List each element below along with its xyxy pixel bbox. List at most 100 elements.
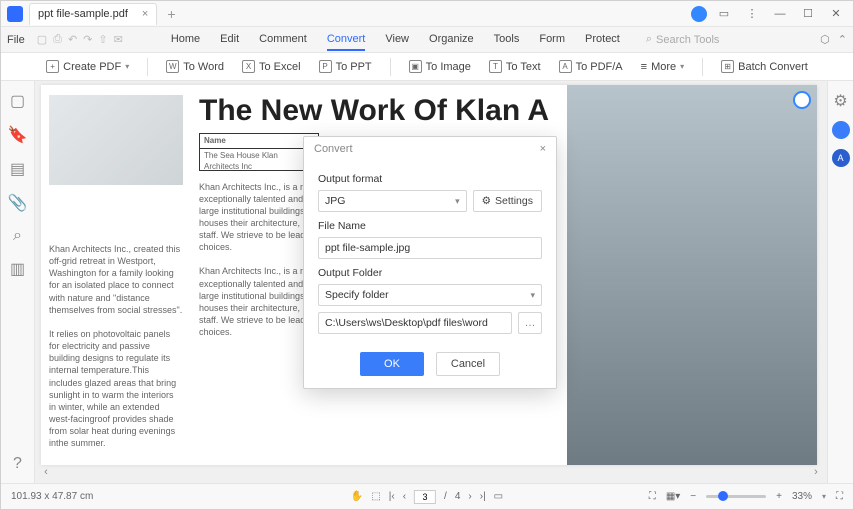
browse-folder-button[interactable]: … bbox=[518, 312, 542, 334]
left-paragraph-2: It relies on photovoltaic panels for ele… bbox=[49, 328, 183, 449]
redo-icon[interactable]: ↷ bbox=[83, 33, 92, 46]
fields-icon[interactable]: ▥ bbox=[10, 259, 25, 279]
batch-convert-button[interactable]: ⊞Batch Convert bbox=[721, 60, 808, 73]
window-minimize[interactable]: — bbox=[769, 3, 791, 25]
search-tools[interactable]: ⌕ Search Tools bbox=[646, 33, 720, 46]
to-word-button[interactable]: WTo Word bbox=[166, 60, 224, 73]
feedback-icon[interactable]: ▭ bbox=[713, 3, 735, 25]
tab-tools[interactable]: Tools bbox=[494, 29, 520, 51]
output-format-value: JPG bbox=[325, 195, 345, 207]
email-icon[interactable]: ✉ bbox=[114, 33, 123, 46]
page-dimensions: 101.93 x 47.87 cm bbox=[11, 491, 93, 502]
ai-tool-icon[interactable] bbox=[832, 121, 850, 139]
fit-page-icon[interactable]: ▦▾ bbox=[666, 491, 680, 502]
more-button[interactable]: ≡More▾ bbox=[641, 61, 685, 73]
file-menu[interactable]: File bbox=[7, 34, 25, 46]
page-number-input[interactable] bbox=[414, 490, 436, 504]
search-panel-icon[interactable]: ⌕ bbox=[13, 227, 22, 245]
reading-mode-icon[interactable]: ▭ bbox=[494, 491, 503, 502]
prev-page-icon[interactable]: ‹ bbox=[403, 491, 406, 502]
chevron-down-icon: ▾ bbox=[455, 196, 460, 207]
close-tab-icon[interactable]: × bbox=[142, 8, 148, 20]
plus-icon: + bbox=[46, 60, 59, 73]
total-pages: 4 bbox=[455, 491, 461, 502]
file-name-input[interactable]: ppt file-sample.jpg bbox=[318, 237, 542, 259]
tab-convert[interactable]: Convert bbox=[327, 29, 366, 51]
share-badge-icon[interactable] bbox=[793, 91, 811, 109]
more-menu-icon: ≡ bbox=[641, 61, 647, 73]
dialog-title: Convert bbox=[314, 143, 353, 155]
help-icon[interactable]: ? bbox=[13, 455, 22, 473]
open-icon[interactable]: ▢ bbox=[37, 33, 47, 46]
titlebar: ppt file-sample.pdf × + ▭ ⋮ — ☐ ✕ bbox=[1, 1, 853, 27]
cloud-icon[interactable]: ⬡ bbox=[820, 33, 830, 46]
image-icon: ▣ bbox=[409, 60, 422, 73]
zoom-slider[interactable] bbox=[706, 495, 766, 498]
print-icon[interactable]: ⎙ bbox=[53, 33, 62, 46]
document-tab[interactable]: ppt file-sample.pdf × bbox=[29, 3, 157, 25]
dialog-titlebar: Convert × bbox=[304, 137, 556, 161]
to-pdfa-button[interactable]: ATo PDF/A bbox=[559, 60, 623, 73]
folder-path-input[interactable]: C:\Users\ws\Desktop\pdf files\word bbox=[318, 312, 512, 334]
tab-title: ppt file-sample.pdf bbox=[38, 8, 128, 20]
tab-comment[interactable]: Comment bbox=[259, 29, 307, 51]
info-table: Name The Sea House Klan Architects Inc bbox=[199, 133, 319, 171]
tab-view[interactable]: View bbox=[385, 29, 409, 51]
tab-protect[interactable]: Protect bbox=[585, 29, 620, 51]
excel-icon: X bbox=[242, 60, 255, 73]
tab-home[interactable]: Home bbox=[171, 29, 200, 51]
page-next-arrow[interactable]: › bbox=[809, 465, 823, 479]
comments-icon[interactable]: ▤ bbox=[10, 159, 25, 179]
to-text-button[interactable]: TTo Text bbox=[489, 60, 541, 73]
page-left-column: Khan Architects Inc., created this off-g… bbox=[41, 85, 191, 465]
to-excel-button[interactable]: XTo Excel bbox=[242, 60, 301, 73]
fullscreen-icon[interactable]: ⛶ bbox=[836, 491, 843, 502]
zoom-out-icon[interactable]: − bbox=[690, 491, 696, 502]
output-folder-select[interactable]: Specify folder ▾ bbox=[318, 284, 542, 306]
zoom-in-icon[interactable]: + bbox=[776, 491, 782, 502]
pdfa-icon: A bbox=[559, 60, 572, 73]
more-icon[interactable]: ⋮ bbox=[741, 3, 763, 25]
output-format-label: Output format bbox=[318, 173, 542, 185]
tab-form[interactable]: Form bbox=[539, 29, 565, 51]
folder-path-value: C:\Users\ws\Desktop\pdf files\word bbox=[325, 317, 488, 329]
dialog-close-icon[interactable]: × bbox=[540, 143, 546, 155]
tab-edit[interactable]: Edit bbox=[220, 29, 239, 51]
cancel-button[interactable]: Cancel bbox=[436, 352, 500, 376]
file-name-value: ppt file-sample.jpg bbox=[325, 242, 410, 254]
right-sidebar: ⚙ A bbox=[827, 81, 853, 483]
slider-thumb[interactable] bbox=[718, 491, 728, 501]
translate-tool-icon[interactable]: A bbox=[832, 149, 850, 167]
to-ppt-button[interactable]: PTo PPT bbox=[319, 60, 372, 73]
chevron-down-icon: ▾ bbox=[530, 290, 535, 301]
create-pdf-button[interactable]: +Create PDF▾ bbox=[46, 60, 129, 73]
window-close[interactable]: ✕ bbox=[825, 3, 847, 25]
fit-width-icon[interactable]: ⛶ bbox=[649, 491, 656, 502]
user-avatar[interactable] bbox=[691, 6, 707, 22]
tab-organize[interactable]: Organize bbox=[429, 29, 474, 51]
properties-icon[interactable]: ⚙ bbox=[833, 91, 847, 111]
settings-button[interactable]: ⚙ Settings bbox=[473, 190, 542, 212]
attachments-icon[interactable]: 📎 bbox=[8, 193, 28, 213]
thumbnails-icon[interactable]: ▢ bbox=[10, 91, 25, 111]
ok-button[interactable]: OK bbox=[360, 352, 424, 376]
select-tool-icon[interactable]: ⬚ bbox=[371, 491, 380, 502]
output-format-select[interactable]: JPG ▾ bbox=[318, 190, 467, 212]
to-image-button[interactable]: ▣To Image bbox=[409, 60, 471, 73]
hand-tool-icon[interactable]: ✋ bbox=[351, 491, 363, 502]
add-tab-button[interactable]: + bbox=[167, 6, 175, 22]
undo-icon[interactable]: ↶ bbox=[68, 33, 77, 46]
last-page-icon[interactable]: ›| bbox=[480, 491, 486, 502]
building-image-right bbox=[567, 85, 817, 465]
next-page-icon[interactable]: › bbox=[468, 491, 471, 502]
page-prev-arrow[interactable]: ‹ bbox=[39, 465, 53, 479]
first-page-icon[interactable]: |‹ bbox=[389, 491, 395, 502]
bookmarks-icon[interactable]: 🔖 bbox=[8, 125, 28, 145]
left-sidebar: ▢ 🔖 ▤ 📎 ⌕ ▥ ? bbox=[1, 81, 35, 483]
search-placeholder: Search Tools bbox=[656, 34, 719, 46]
collapse-ribbon-icon[interactable]: ⌃ bbox=[838, 33, 847, 46]
share-icon[interactable]: ⇧ bbox=[98, 33, 107, 46]
batch-icon: ⊞ bbox=[721, 60, 734, 73]
gear-icon: ⚙ bbox=[482, 195, 491, 207]
window-maximize[interactable]: ☐ bbox=[797, 3, 819, 25]
